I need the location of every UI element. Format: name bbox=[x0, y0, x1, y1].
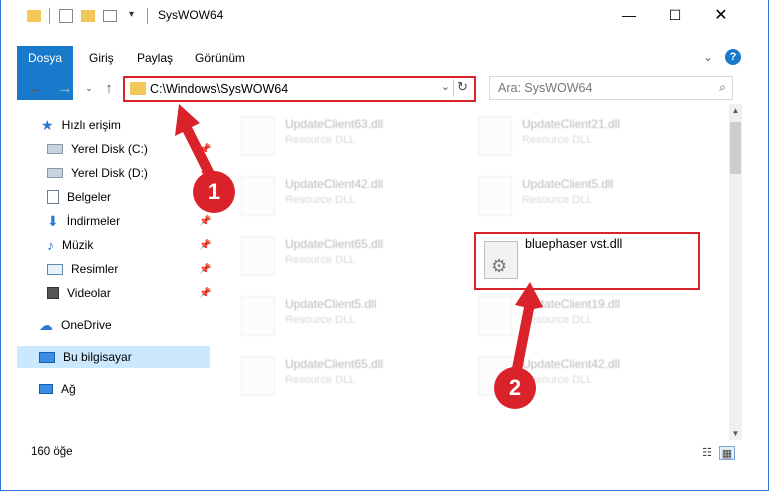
step-1-badge: 1 bbox=[193, 171, 235, 213]
annotation-arrows bbox=[175, 104, 543, 370]
arrow-2 bbox=[512, 282, 543, 370]
explorer-window: ▾ SysWOW64 — ☐ ✕ Dosya Giriş Paylaş Görü… bbox=[0, 0, 769, 491]
arrow-1 bbox=[175, 104, 216, 180]
step-2-badge: 2 bbox=[494, 367, 536, 409]
